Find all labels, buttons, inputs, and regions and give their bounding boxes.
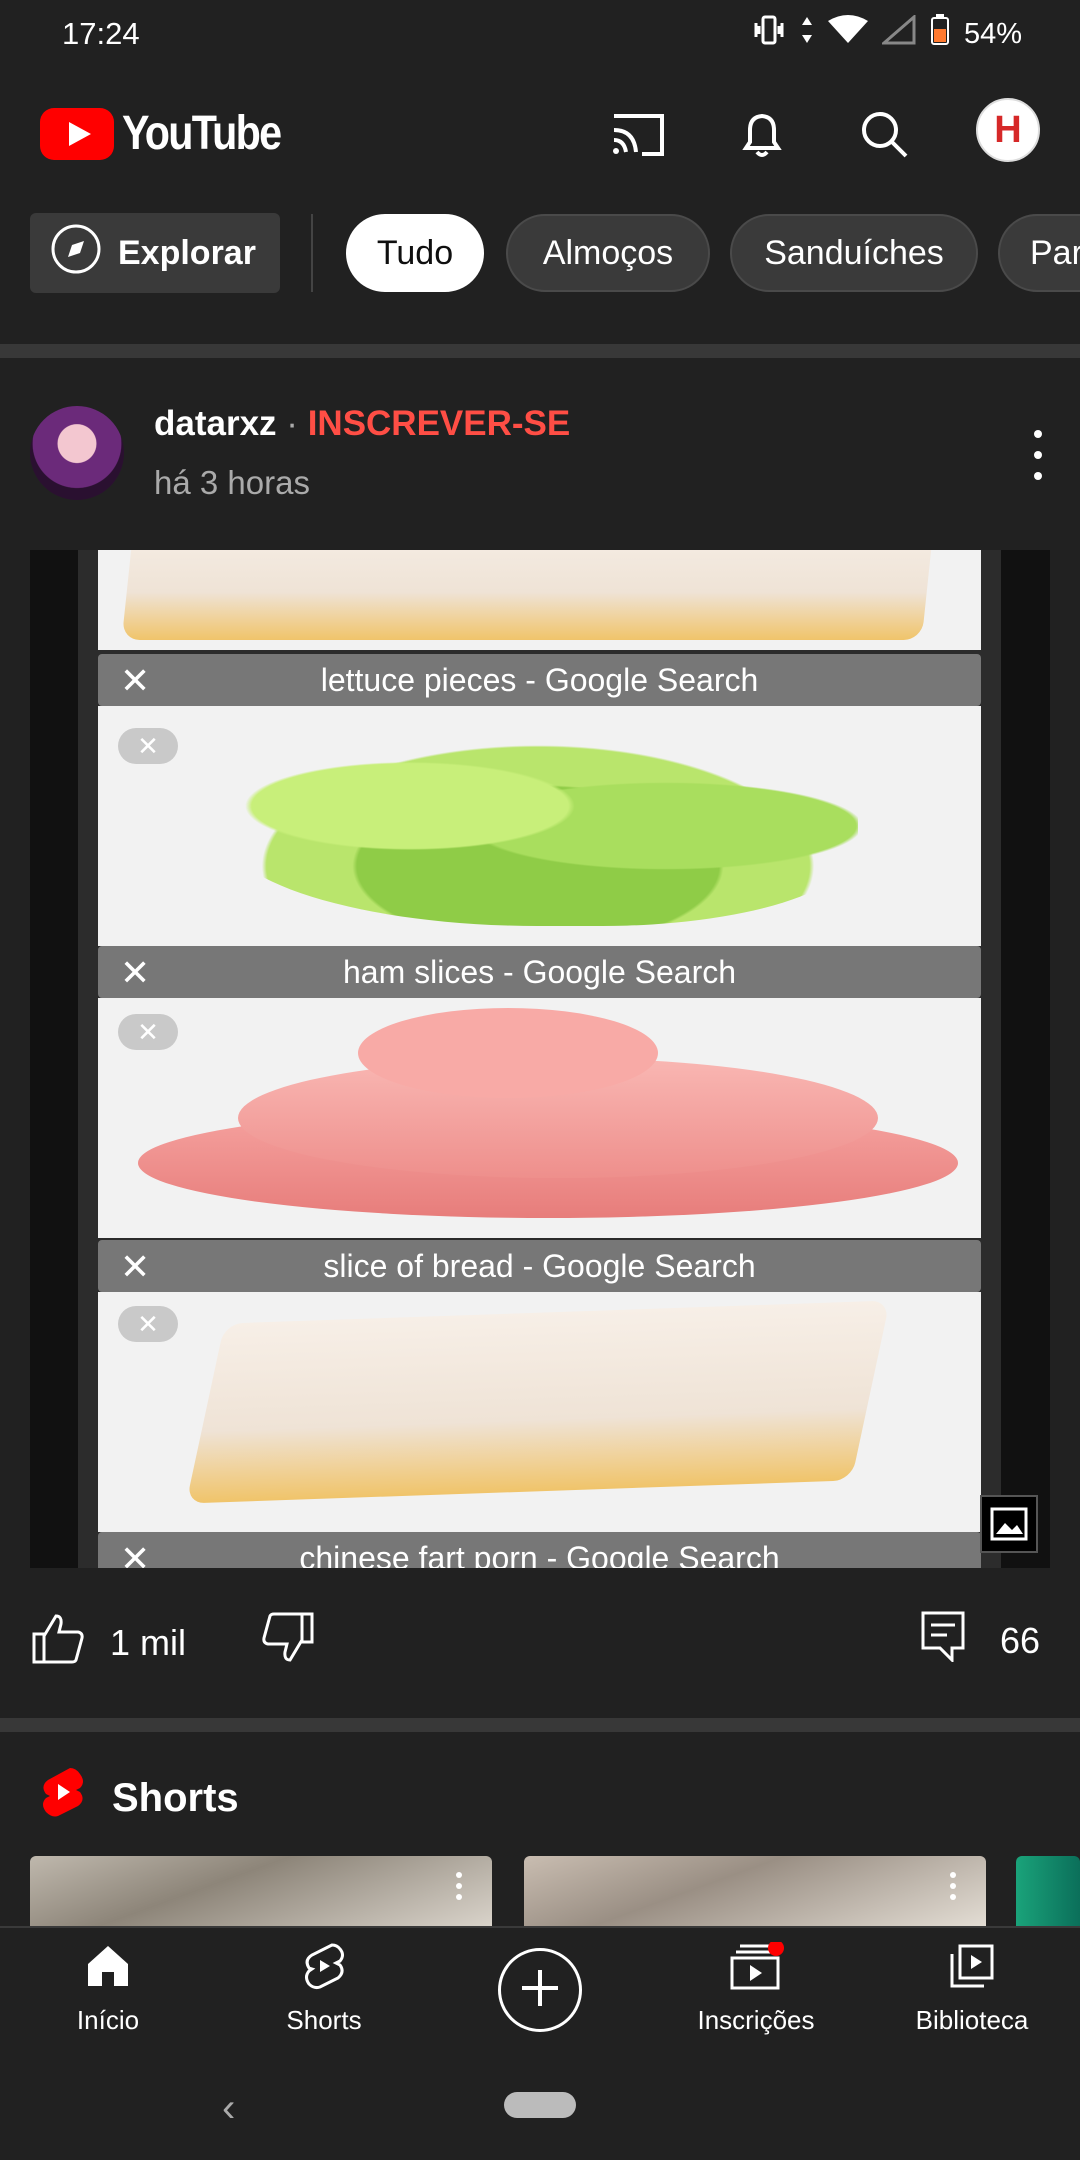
status-time: 17:24 — [62, 16, 140, 51]
close-icon: ✕ — [120, 1538, 151, 1568]
chip-partial[interactable]: Par — [998, 214, 1080, 292]
separator-dot: · — [286, 404, 298, 443]
youtube-logo[interactable]: YouTube — [40, 106, 306, 161]
panel-caption: slice of bread - Google Search — [323, 1247, 756, 1284]
nav-subscriptions[interactable]: Inscrições — [656, 1940, 856, 2036]
data-arrows-icon — [800, 15, 814, 53]
cast-icon[interactable] — [608, 104, 668, 164]
mini-close-icon: ✕ — [118, 1306, 178, 1342]
app-header: YouTube H — [0, 66, 1080, 196]
chips-divider — [311, 214, 313, 292]
bottom-navigation: Início Shorts Inscrições Biblioteca — [0, 1926, 1080, 2056]
short-thumbnail[interactable] — [524, 1856, 986, 1926]
nav-shorts[interactable]: Shorts — [224, 1942, 424, 2036]
nav-subscriptions-label: Inscrições — [697, 2005, 815, 2035]
home-pill[interactable] — [504, 2092, 576, 2118]
post-menu-icon[interactable] — [1030, 430, 1046, 480]
signal-icon — [879, 13, 916, 53]
explore-button[interactable]: Explorar — [30, 213, 280, 293]
short-menu-icon[interactable] — [456, 1872, 462, 1900]
vibrate-icon — [752, 15, 786, 53]
battery-percent: 54% — [963, 17, 1022, 50]
search-panel-ham: ✕ ham slices - Google Search ✕ — [78, 946, 1001, 1238]
explore-label: Explorar — [118, 233, 256, 272]
status-icons: 54% — [752, 13, 1022, 54]
chip-almocos[interactable]: Almoços — [506, 214, 710, 292]
nav-library[interactable]: Biblioteca — [872, 1942, 1072, 2036]
panel-title-bar: ✕ chinese fart porn - Google Search — [98, 1532, 981, 1568]
account-avatar[interactable]: H — [976, 98, 1040, 162]
chip-tudo[interactable]: Tudo — [346, 214, 484, 292]
panel-title-bar: ✕ lettuce pieces - Google Search — [98, 654, 981, 706]
thumbs-down-icon — [260, 1612, 316, 1670]
post-time: há 3 horas — [154, 464, 310, 501]
create-button[interactable] — [498, 1948, 582, 2032]
home-icon — [84, 1942, 132, 1997]
shorts-logo-icon — [40, 1766, 86, 1830]
short-menu-icon[interactable] — [950, 1872, 956, 1900]
library-icon — [948, 1942, 996, 1997]
post-image[interactable]: ✕ lettuce pieces - Google Search ✕ ✕ ham… — [30, 550, 1050, 1568]
like-button[interactable]: 1 mil — [30, 1610, 186, 1675]
image-icon — [980, 1495, 1038, 1553]
post-channel-line: datarxz · INSCREVER-SE — [154, 404, 570, 444]
search-panel-bread: ✕ slice of bread - Google Search ✕ — [78, 1240, 1001, 1532]
bread-image: ✕ — [98, 1292, 981, 1532]
section-separator — [0, 344, 1080, 358]
mini-close-icon: ✕ — [118, 1014, 178, 1050]
comment-icon — [920, 1610, 966, 1671]
shorts-icon — [300, 1942, 348, 1997]
short-thumbnail[interactable] — [30, 1856, 492, 1926]
shorts-shelf-header: Shorts — [40, 1766, 239, 1830]
dislike-button[interactable] — [260, 1610, 316, 1671]
panel-title-bar: ✕ ham slices - Google Search — [98, 946, 981, 998]
panel-caption: chinese fart porn - Google Search — [299, 1539, 780, 1569]
channel-name[interactable]: datarxz — [154, 404, 277, 443]
nav-home-label: Início — [76, 2005, 140, 2035]
mini-close-icon: ✕ — [118, 728, 178, 764]
comment-count: 66 — [999, 1619, 1040, 1661]
system-gesture-bar: ‹ — [0, 2056, 1080, 2160]
back-chevron-icon[interactable]: ‹ — [222, 2086, 235, 2131]
search-panel-lettuce: ✕ lettuce pieces - Google Search ✕ — [78, 654, 1001, 946]
wifi-icon — [827, 15, 868, 53]
ham-image: ✕ — [98, 998, 981, 1238]
category-chips: Explorar Tudo Almoços Sanduíches Par — [0, 210, 1080, 296]
logo-text: YouTube — [122, 107, 282, 160]
search-icon[interactable] — [854, 104, 914, 164]
close-icon: ✕ — [120, 1246, 151, 1287]
subscriptions-icon — [726, 1940, 786, 1997]
nav-shorts-label: Shorts — [286, 2005, 362, 2035]
battery-icon — [930, 14, 950, 54]
plus-icon — [518, 1966, 562, 2015]
channel-avatar[interactable] — [30, 406, 124, 500]
close-icon: ✕ — [120, 952, 151, 993]
post-actions: 1 mil 66 — [0, 1610, 1080, 1700]
panel-caption: lettuce pieces - Google Search — [320, 661, 759, 698]
short-thumbnail[interactable] — [1016, 1856, 1080, 1926]
status-bar: 17:24 54% — [0, 0, 1080, 66]
meme-image: ✕ lettuce pieces - Google Search ✕ ✕ ham… — [78, 550, 1001, 1568]
section-separator — [0, 1718, 1080, 1732]
bread-top-image — [98, 550, 981, 650]
panel-title-bar: ✕ slice of bread - Google Search — [98, 1240, 981, 1292]
nav-home[interactable]: Início — [8, 1942, 208, 2036]
notifications-bell-icon[interactable] — [732, 104, 792, 164]
thumbs-up-icon — [30, 1610, 86, 1675]
chip-sanduiches[interactable]: Sanduíches — [730, 214, 978, 292]
compass-icon — [50, 223, 102, 284]
nav-library-label: Biblioteca — [915, 2005, 1029, 2035]
youtube-play-icon — [40, 107, 114, 160]
panel-caption: ham slices - Google Search — [342, 953, 737, 990]
close-icon: ✕ — [120, 660, 151, 701]
shorts-title: Shorts — [112, 1775, 239, 1820]
search-panel-partial: ✕ chinese fart porn - Google Search — [78, 1532, 1001, 1568]
lettuce-image: ✕ — [98, 706, 981, 946]
like-count: 1 mil — [110, 1621, 187, 1663]
subscribe-button[interactable]: INSCREVER-SE — [308, 404, 571, 443]
comments-button[interactable]: 66 — [920, 1610, 1040, 1671]
